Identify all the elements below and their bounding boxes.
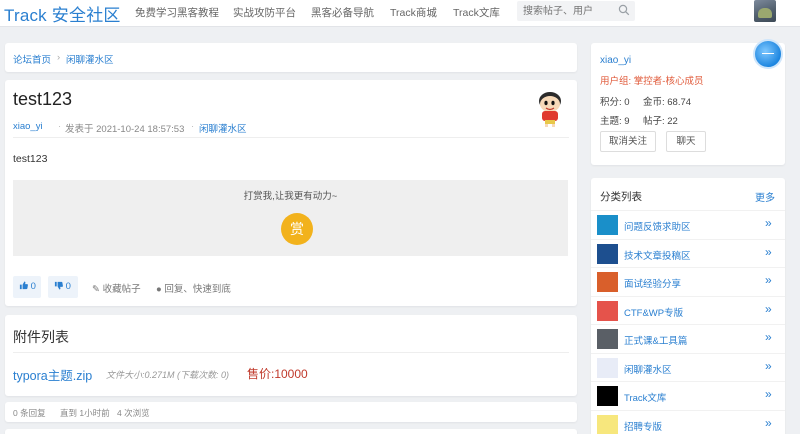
reply-button[interactable]: ● 回复、快速到底 bbox=[156, 281, 231, 295]
reward-text: 打赏我,让我更有动力~ bbox=[243, 191, 338, 202]
thumbs-up-icon bbox=[19, 281, 28, 290]
category-item[interactable]: 招聘专版 » bbox=[591, 409, 785, 434]
breadcrumb-home-link[interactable]: 论坛首页 bbox=[13, 52, 51, 66]
reward-panel: 打赏我,让我更有动力~ 赏 bbox=[13, 180, 568, 256]
category-label[interactable]: 面试经验分享 bbox=[624, 276, 681, 290]
post-card: test123 xiao_yi · 发表于 2021-10-24 18:57:5… bbox=[5, 80, 577, 306]
chat-button[interactable]: 聊天 bbox=[666, 131, 706, 152]
attachment-file-link[interactable]: typora主题.zip bbox=[13, 365, 92, 384]
category-list-card: 分类列表 更多 问题反馈求助区 » 技术文章投稿区 » 面试经验分享 » CTF&WP专版 »… bbox=[591, 178, 785, 434]
author-coins: 金币: 68.74 bbox=[643, 97, 692, 108]
category-more-link[interactable]: 更多 bbox=[755, 189, 775, 204]
category-label[interactable]: 闲聊灌水区 bbox=[624, 362, 672, 376]
search-box bbox=[517, 1, 635, 21]
reply-count: 0 条回复 bbox=[13, 408, 46, 418]
search-icon[interactable] bbox=[618, 4, 630, 16]
category-color-swatch bbox=[597, 386, 618, 406]
chevron-right-icon[interactable]: » bbox=[765, 216, 772, 230]
view-count: 4 次浏览 bbox=[117, 408, 150, 418]
attachments-card: 附件列表 typora主题.zip 文件大小:0.271M (下载次数: 0) … bbox=[5, 315, 577, 396]
category-item[interactable]: 面试经验分享 » bbox=[591, 267, 785, 295]
chevron-right-icon[interactable]: » bbox=[765, 330, 772, 344]
last-updated: 直到 1小时前 bbox=[60, 408, 110, 418]
author-info-card: xiao_yi 用户组: 掌控者-核心成员 积分: 0 金币: 68.74 主题… bbox=[591, 39, 785, 165]
attachment-price: 售价:10000 bbox=[247, 367, 308, 381]
favorite-button[interactable]: ✎ 收藏帖子 bbox=[92, 281, 141, 295]
post-author-link[interactable]: xiao_yi bbox=[13, 121, 43, 132]
category-label[interactable]: 招聘专版 bbox=[624, 419, 662, 433]
category-label[interactable]: 问题反馈求助区 bbox=[624, 219, 691, 233]
category-item[interactable]: 技术文章投稿区 » bbox=[591, 238, 785, 267]
unfollow-button[interactable]: 取消关注 bbox=[600, 131, 656, 152]
author-avatar-cartoon[interactable] bbox=[533, 89, 567, 127]
nav-practice-link[interactable]: 实战攻防平台 bbox=[233, 5, 296, 20]
category-label[interactable]: CTF&WP专版 bbox=[624, 305, 683, 319]
meta-separator: · bbox=[191, 121, 195, 132]
nav-library-link[interactable]: Track文库 bbox=[453, 5, 500, 20]
category-item[interactable]: 闲聊灌水区 » bbox=[591, 352, 785, 381]
category-item[interactable]: 问题反馈求助区 » bbox=[591, 210, 785, 238]
breadcrumb: 论坛首页 › 闲聊灌水区 bbox=[5, 43, 577, 72]
nav-shop-link[interactable]: Track商城 bbox=[390, 5, 437, 20]
author-posts: 帖子: 22 bbox=[643, 116, 678, 127]
reply-label: 回复、快速到底 bbox=[164, 284, 231, 295]
category-item[interactable]: 正式课&工具篇 » bbox=[591, 324, 785, 352]
like-count: 0 bbox=[30, 281, 36, 292]
category-label[interactable]: 正式课&工具篇 bbox=[624, 333, 687, 347]
meta-separator: · bbox=[58, 121, 62, 132]
category-color-swatch bbox=[597, 243, 618, 264]
chevron-right-icon[interactable]: » bbox=[765, 416, 772, 430]
category-color-swatch bbox=[597, 272, 618, 292]
author-avatar[interactable] bbox=[753, 39, 783, 69]
chevron-right-icon[interactable]: » bbox=[765, 387, 772, 401]
like-button[interactable]: 0 bbox=[13, 276, 41, 298]
category-item[interactable]: Track文库 » bbox=[591, 381, 785, 409]
post-forum-link[interactable]: 闲聊灌水区 bbox=[199, 121, 247, 135]
next-card-edge bbox=[5, 429, 577, 434]
chevron-right-icon[interactable]: » bbox=[765, 359, 772, 373]
post-actions: 0 0 ✎ 收藏帖子 ● 回复、快速到底 bbox=[5, 276, 577, 300]
post-body: test123 bbox=[13, 153, 48, 165]
category-color-swatch bbox=[597, 414, 618, 434]
pencil-icon: ✎ bbox=[92, 284, 100, 295]
dislike-button[interactable]: 0 bbox=[48, 276, 78, 298]
category-color-swatch bbox=[597, 215, 618, 235]
divider bbox=[13, 137, 569, 138]
author-name[interactable]: xiao_yi bbox=[600, 55, 631, 66]
dislike-count: 0 bbox=[65, 281, 71, 292]
chevron-right-icon[interactable]: » bbox=[765, 302, 772, 316]
chevron-right-icon[interactable]: » bbox=[765, 273, 772, 287]
divider bbox=[13, 352, 569, 353]
author-points: 积分: 0 bbox=[600, 97, 630, 108]
category-list-title: 分类列表 bbox=[600, 191, 642, 203]
author-group: 用户组: 掌控者-核心成员 bbox=[600, 76, 704, 87]
user-avatar[interactable] bbox=[754, 0, 776, 22]
category-color-swatch bbox=[597, 300, 618, 321]
category-label[interactable]: 技术文章投稿区 bbox=[624, 248, 691, 262]
category-color-swatch bbox=[597, 329, 618, 349]
category-color-swatch bbox=[597, 357, 618, 378]
post-stats-bar: 0 条回复 直到 1小时前 4 次浏览 bbox=[5, 402, 577, 422]
reward-button[interactable]: 赏 bbox=[281, 213, 313, 245]
post-time: 发表于 2021-10-24 18:57:53 bbox=[65, 124, 185, 135]
breadcrumb-separator: › bbox=[57, 52, 61, 63]
chevron-right-icon[interactable]: » bbox=[765, 245, 772, 259]
post-title: test123 bbox=[13, 89, 73, 109]
breadcrumb-forum-link[interactable]: 闲聊灌水区 bbox=[66, 52, 114, 66]
category-item[interactable]: CTF&WP专版 » bbox=[591, 295, 785, 324]
site-logo[interactable]: Track 安全社区 bbox=[4, 1, 121, 26]
favorite-label: 收藏帖子 bbox=[102, 284, 141, 295]
nav-learning-link[interactable]: 免费学习黑客教程 bbox=[135, 5, 219, 20]
top-header: Track 安全社区 免费学习黑客教程 实战攻防平台 黑客必备导航 Track商… bbox=[0, 0, 800, 27]
author-topics: 主题: 9 bbox=[600, 116, 630, 127]
comment-icon: ● bbox=[156, 284, 162, 295]
search-input[interactable] bbox=[523, 4, 615, 18]
attachment-file-meta: 文件大小:0.271M (下载次数: 0) bbox=[106, 370, 230, 380]
nav-tools-link[interactable]: 黑客必备导航 bbox=[311, 5, 374, 20]
attachments-title: 附件列表 bbox=[13, 329, 69, 345]
category-label[interactable]: Track文库 bbox=[624, 390, 666, 404]
thumbs-down-icon bbox=[54, 281, 63, 290]
